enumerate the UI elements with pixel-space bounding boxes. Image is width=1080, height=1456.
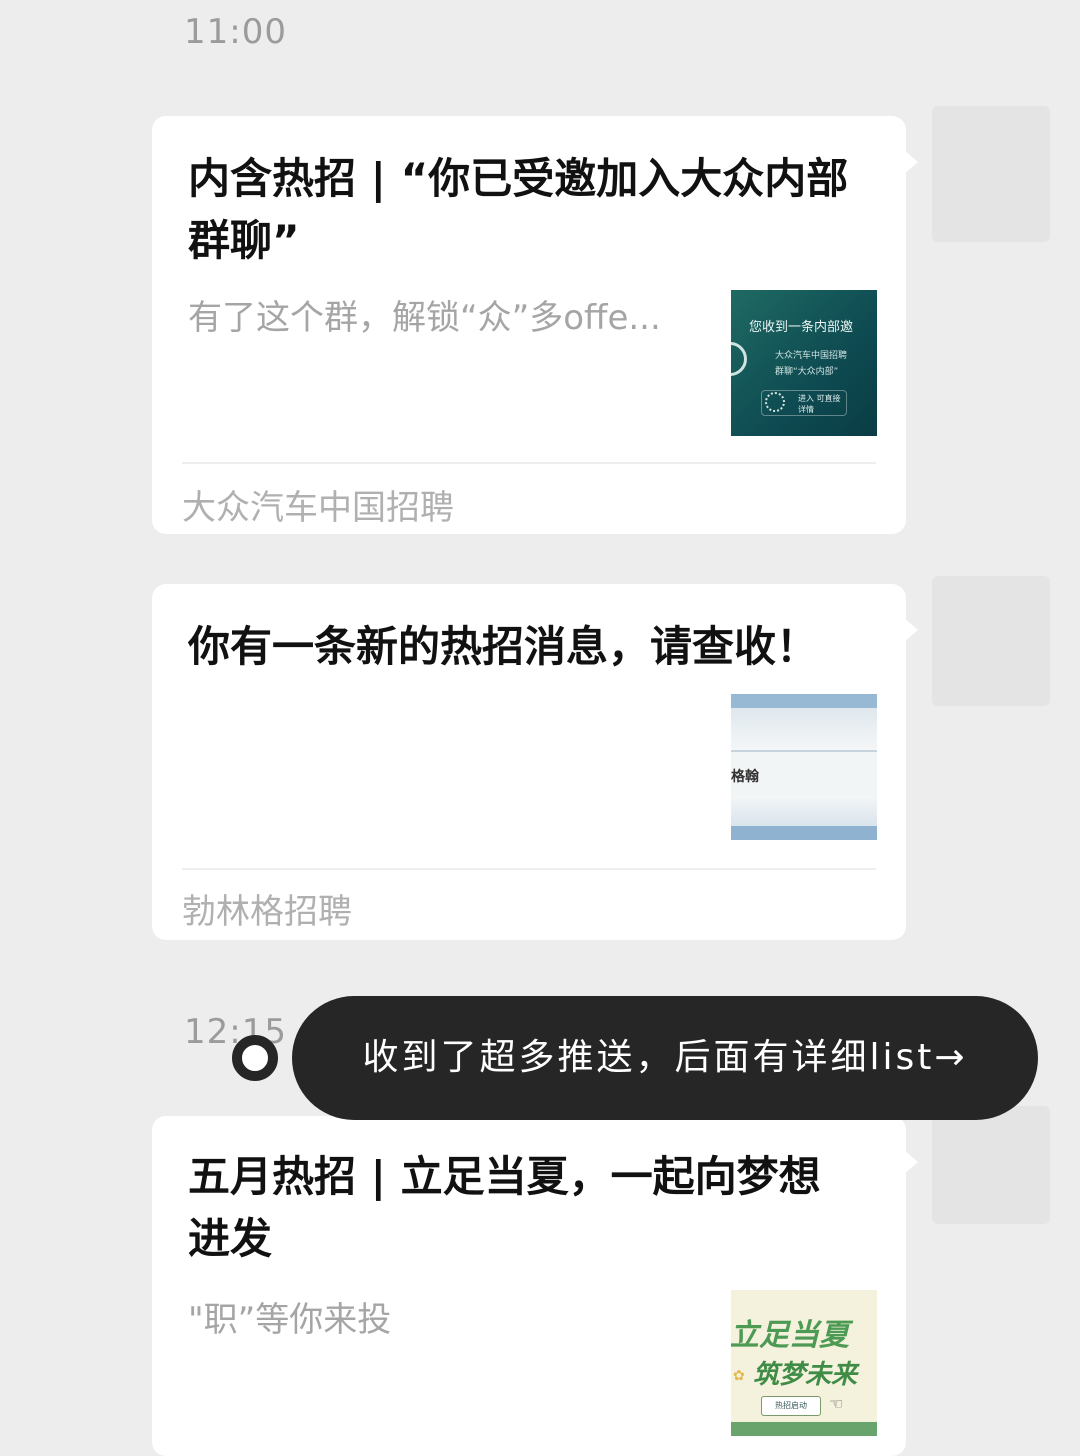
account-name: 勃林格招聘: [182, 892, 352, 932]
sparkle-icon: ✿: [733, 1368, 745, 1384]
thumbnail-button: 热招启动: [761, 1396, 821, 1416]
hand-pointer-icon: ☜: [829, 1394, 844, 1413]
thumbnail-text: 筑梦未来: [753, 1360, 858, 1390]
timestamp: 11:00: [184, 12, 287, 52]
logo-icon: [731, 342, 747, 376]
account-name: 大众汽车中国招聘: [182, 488, 454, 528]
avatar[interactable]: [932, 576, 1050, 706]
bubble-tail: [904, 150, 918, 174]
article-description: 有了这个群，解锁“众”多offe...: [188, 298, 661, 338]
thumbnail-text: 大众汽车中国招聘: [775, 351, 848, 361]
thumbnail-text: 立足当夏: [731, 1318, 849, 1353]
article-card[interactable]: 内含热招 | “你已受邀加入大众内部群聊” 有了这个群，解锁“众”多offe..…: [152, 116, 918, 534]
toast-pointer-dot: [232, 1035, 278, 1081]
article-title: 内含热招 | “你已受邀加入大众内部群聊”: [188, 154, 849, 265]
article-title: 你有一条新的热招消息，请查收！: [188, 622, 819, 671]
divider: [182, 868, 876, 870]
article-thumbnail: 立足当夏 ✿ 筑梦未来 热招启动 ☜: [731, 1290, 877, 1436]
thumbnail-text: 格翰: [731, 769, 759, 785]
article-description: "职”等你来投: [188, 1300, 392, 1340]
article-thumbnail: 您收到一条内部邀 大众汽车中国招聘 群聊“大众内部” 进入 可直接详情: [731, 290, 877, 436]
divider: [182, 462, 876, 464]
article-card[interactable]: 你有一条新的热招消息，请查收！ 格翰 勃林格招聘: [152, 584, 918, 940]
article-title: 五月热招 | 立足当夏，一起向梦想进发: [188, 1152, 821, 1263]
bubble-tail: [904, 1150, 918, 1174]
avatar[interactable]: [932, 1106, 1050, 1224]
article-thumbnail: 格翰: [731, 694, 877, 840]
avatar[interactable]: [932, 106, 1050, 242]
annotation-toast: 收到了超多推送，后面有详细list→: [292, 996, 1038, 1120]
thumbnail-text: 群聊“大众内部”: [775, 367, 839, 377]
article-card[interactable]: 五月热招 | 立足当夏，一起向梦想进发 "职”等你来投 立足当夏 ✿ 筑梦未来 …: [152, 1116, 918, 1456]
thumbnail-text: 您收到一条内部邀: [749, 320, 854, 335]
thumbnail-button: 进入 可直接详情: [761, 390, 847, 416]
bubble-tail: [904, 618, 918, 642]
